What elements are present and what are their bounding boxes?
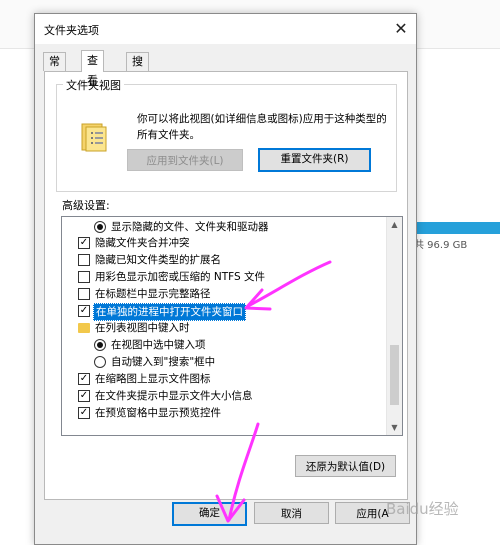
restore-defaults-button[interactable]: 还原为默认值(D) [295, 455, 396, 477]
list-item-label: 隐藏文件夹合并冲突 [95, 237, 190, 249]
drive-size-text: 共 96.9 GB [414, 240, 468, 251]
close-icon[interactable]: ✕ [386, 14, 416, 44]
scroll-up-icon[interactable]: ▲ [387, 217, 402, 232]
list-item-label: 隐藏已知文件类型的扩展名 [95, 254, 221, 266]
folder-icon [81, 123, 107, 152]
list-item-label: 自动键入到"搜索"框中 [111, 356, 216, 368]
list-item-label: 在视图中选中键入项 [111, 339, 206, 351]
list-item-label: 在预览窗格中显示预览控件 [95, 407, 221, 419]
list-item-label: 在缩略图上显示文件图标 [95, 373, 211, 385]
list-item-label: 用彩色显示加密或压缩的 NTFS 文件 [95, 271, 265, 283]
vertical-scrollbar[interactable]: ▲ ▼ [386, 217, 402, 435]
radio-button[interactable] [94, 221, 106, 233]
checkbox[interactable]: ✓ [78, 237, 90, 249]
checkbox[interactable] [78, 254, 90, 266]
dialog-title: 文件夹选项 [44, 24, 99, 37]
watermark-logo: Baidu经验 [386, 500, 459, 518]
apply-to-folders-button[interactable]: 应用到文件夹(L) [127, 149, 243, 171]
checkbox[interactable] [78, 288, 90, 300]
list-item-label: 在文件夹提示中显示文件大小信息 [95, 390, 253, 402]
checkbox[interactable]: ✓ [78, 390, 90, 402]
ok-button[interactable]: 确定 [172, 502, 247, 526]
cancel-button[interactable]: 取消 [254, 502, 329, 524]
list-item-label: 显示隐藏的文件、文件夹和驱动器 [111, 221, 269, 233]
scroll-thumb[interactable] [390, 345, 399, 405]
radio-button[interactable] [94, 356, 106, 368]
view-tab-panel: 文件夹视图 你可以将此视图(如详细信息或图标)应用于这种类型的所有文件夹。 应用… [44, 71, 408, 500]
folder-views-description: 你可以将此视图(如详细信息或图标)应用于这种类型的所有文件夹。 [137, 113, 387, 141]
title-bar: 文件夹选项 ✕ [35, 14, 416, 44]
checkbox[interactable]: ✓ [78, 407, 90, 419]
tab-general[interactable]: 常规 [43, 52, 66, 86]
tab-search[interactable]: 搜索 [126, 52, 149, 86]
advanced-settings-list[interactable]: 显示隐藏的文件、文件夹和驱动器 ✓ 隐藏文件夹合并冲突 隐藏已知文件类型的扩展名… [61, 216, 403, 436]
list-item-label: 在标题栏中显示完整路径 [95, 288, 211, 300]
folder-icon [78, 323, 90, 333]
list-item-label: 在列表视图中键入时 [95, 322, 190, 334]
checkbox[interactable]: ✓ [78, 305, 90, 317]
tab-view[interactable]: 查看 [81, 50, 104, 87]
scroll-down-icon[interactable]: ▼ [387, 420, 402, 435]
drive-usage-bar [404, 222, 500, 234]
advanced-settings-label: 高级设置: [62, 199, 110, 212]
reset-folders-button[interactable]: 重置文件夹(R) [258, 148, 371, 172]
folder-views-group: 文件夹视图 你可以将此视图(如详细信息或图标)应用于这种类型的所有文件夹。 应用… [56, 77, 397, 192]
folder-options-dialog: 文件夹选项 ✕ 常规 查看 搜索 文件夹视图 你可以将此视图(如详细信息或图标)… [34, 13, 417, 545]
checkbox[interactable]: ✓ [78, 373, 90, 385]
checkbox[interactable] [78, 271, 90, 283]
list-item-label: 在单独的进程中打开文件夹窗口 [93, 303, 246, 321]
radio-button[interactable] [94, 339, 106, 351]
